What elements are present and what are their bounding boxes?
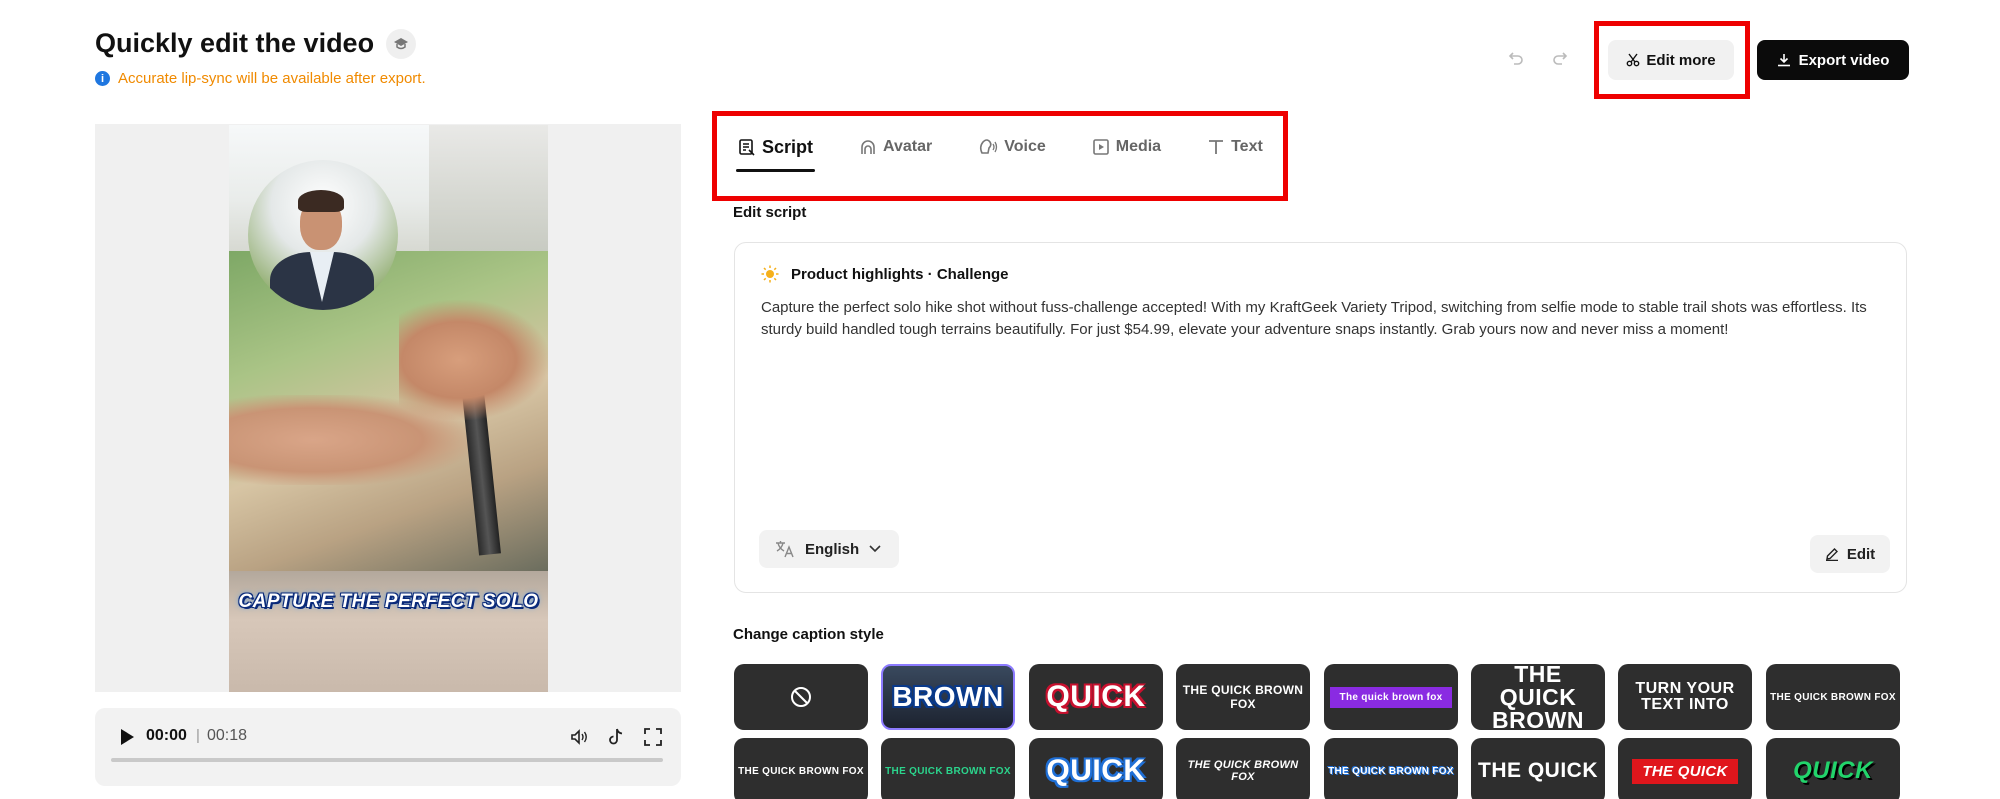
page: Quickly edit the video i Accurate lip-sy… bbox=[0, 0, 2000, 799]
no-style-icon bbox=[791, 687, 811, 707]
chevron-down-icon bbox=[869, 545, 881, 553]
caption-style-text: The quick brown fox bbox=[1329, 686, 1453, 708]
caption-style-fox-banner[interactable]: The quick brown fox bbox=[1324, 664, 1458, 730]
video-backdrop bbox=[429, 125, 548, 251]
caption-style-text: QUICK bbox=[1046, 680, 1146, 713]
player-controls: 00:00 | 00:18 bbox=[95, 708, 681, 786]
play-icon[interactable] bbox=[115, 726, 137, 748]
lip-sync-notice: i Accurate lip-sync will be available af… bbox=[95, 70, 426, 87]
video-caption: CAPTURE THE PERFECT SOLO bbox=[238, 591, 539, 612]
caption-style-quick-stack[interactable]: THE QUICK BROWN bbox=[1471, 664, 1605, 730]
script-heading-text: Product highlights · Challenge bbox=[791, 265, 1009, 283]
total-time: 00:18 bbox=[207, 727, 248, 744]
script-card: Product highlights · Challenge Capture t… bbox=[734, 242, 1907, 593]
caption-style-quick-red-box[interactable]: THE QUICK bbox=[1618, 738, 1752, 799]
caption-style-none[interactable] bbox=[734, 664, 868, 730]
volume-icon[interactable] bbox=[567, 725, 591, 749]
title-row: Quickly edit the video bbox=[95, 28, 417, 59]
caption-style-text: QUICK bbox=[1793, 757, 1873, 784]
fullscreen-icon[interactable] bbox=[641, 725, 665, 749]
caption-style-text: THE QUICK BROWN FOX bbox=[1770, 691, 1896, 703]
caption-style-the-quick[interactable]: THE QUICK bbox=[1471, 738, 1605, 799]
time-separator: | bbox=[196, 727, 200, 744]
export-video-button[interactable]: Export video bbox=[1757, 40, 1909, 80]
language-value: English bbox=[805, 540, 860, 558]
current-time: 00:00 bbox=[146, 727, 187, 744]
caption-style-quick-blue[interactable]: QUICK bbox=[1029, 738, 1163, 799]
caption-style-quick-red[interactable]: QUICK bbox=[1029, 664, 1163, 730]
caption-style-text: THE QUICK BROWN FOX bbox=[1187, 759, 1299, 783]
highlight-box-tabs bbox=[712, 111, 1288, 201]
tutorial-cap-icon[interactable] bbox=[386, 28, 417, 59]
download-icon bbox=[1777, 54, 1790, 67]
progress-bar[interactable] bbox=[111, 758, 663, 762]
caption-style-text: THE QUICK BROWN FOX bbox=[738, 765, 864, 777]
highlight-box-edit-more bbox=[1594, 21, 1750, 99]
notice-text: Accurate lip-sync will be available afte… bbox=[118, 70, 426, 87]
video-frame[interactable]: CAPTURE THE PERFECT SOLO bbox=[229, 125, 548, 692]
caption-style-text: THE QUICK bbox=[1478, 759, 1598, 782]
tiktok-icon[interactable] bbox=[604, 725, 628, 749]
video-hand bbox=[399, 300, 548, 420]
undo-redo-group bbox=[1505, 47, 1571, 69]
caption-style-text: THE QUICK BROWN FOX bbox=[1182, 683, 1304, 711]
caption-style-fox-teal[interactable]: THE QUICK BROWN FOX bbox=[1766, 664, 1900, 730]
redo-icon[interactable] bbox=[1549, 47, 1571, 69]
caption-style-fox-italic[interactable]: THE QUICK BROWN FOX bbox=[1176, 738, 1310, 799]
info-icon: i bbox=[95, 71, 110, 86]
script-text[interactable]: Capture the perfect solo hike shot witho… bbox=[761, 297, 1881, 341]
language-select[interactable]: English bbox=[759, 530, 899, 568]
caption-style-label: Change caption style bbox=[733, 626, 884, 643]
script-heading: Product highlights · Challenge bbox=[761, 265, 1009, 283]
translate-icon bbox=[776, 541, 794, 558]
sun-icon bbox=[761, 265, 779, 283]
caption-style-turn-text[interactable]: TURN YOUR TEXT INTO bbox=[1618, 664, 1752, 730]
caption-style-fox-green[interactable]: THE QUICK BROWN FOX bbox=[881, 738, 1015, 799]
edit-script-button[interactable]: Edit bbox=[1810, 535, 1890, 573]
undo-icon[interactable] bbox=[1505, 47, 1527, 69]
edit-script-label: Edit bbox=[1846, 545, 1876, 563]
caption-style-fox-purple[interactable]: THE QUICK BROWN FOX bbox=[1176, 664, 1310, 730]
caption-style-quick-green[interactable]: QUICK bbox=[1766, 738, 1900, 799]
page-title: Quickly edit the video bbox=[95, 28, 375, 58]
caption-style-text: THE QUICK bbox=[1632, 758, 1738, 784]
caption-style-fox-outline[interactable]: THE QUICK BROWN FOX bbox=[1324, 738, 1458, 799]
avatar-bubble bbox=[248, 160, 398, 310]
caption-style-brown[interactable]: BROWN bbox=[881, 664, 1015, 730]
caption-style-text: TURN YOUR TEXT INTO bbox=[1635, 680, 1735, 713]
caption-style-text: THE QUICK BROWN bbox=[1492, 664, 1584, 730]
caption-style-text: THE QUICK BROWN FOX bbox=[1328, 765, 1454, 777]
edit-script-label: Edit script bbox=[733, 204, 807, 221]
caption-style-fox-box[interactable]: THE QUICK BROWN FOX bbox=[734, 738, 868, 799]
video-bottom-blur bbox=[229, 571, 548, 692]
caption-style-text: BROWN bbox=[892, 681, 1004, 712]
export-video-label: Export video bbox=[1798, 51, 1890, 69]
caption-style-text: QUICK bbox=[1046, 754, 1146, 787]
avatar-hair bbox=[298, 190, 344, 212]
pencil-icon bbox=[1825, 548, 1838, 561]
caption-style-text: THE QUICK BROWN FOX bbox=[885, 765, 1011, 777]
